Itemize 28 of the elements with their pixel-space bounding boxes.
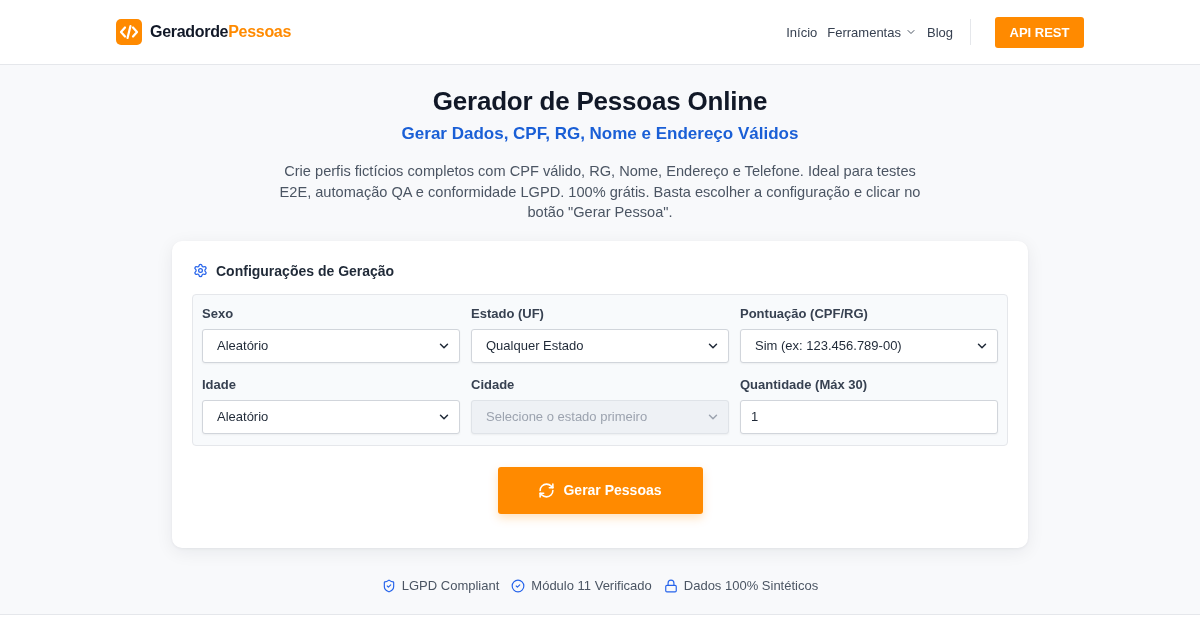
code-logo-icon bbox=[116, 19, 142, 45]
card-title: Configurações de Geração bbox=[216, 262, 395, 279]
field-label: Sexo bbox=[202, 304, 234, 323]
number-input[interactable]: 1 bbox=[740, 399, 998, 434]
field-label: Idade bbox=[202, 375, 236, 394]
nav-dropdown[interactable]: Ferramentas bbox=[827, 24, 917, 40]
refresh-icon bbox=[538, 481, 556, 499]
field-label: Estado (UF) bbox=[471, 304, 544, 323]
intro-paragraph: Crie perfis fictícios completos com CPF válido, RG, Nome, Endereço e Telefone. Ideal para testes E2E, automação QA e conformidade LGPD. 100% grátis. Basta escolher a configuração e clicar no botão "Gerar Pessoa". bbox=[278, 162, 922, 222]
select-field[interactable]: Qualquer Estado bbox=[471, 328, 729, 363]
page-title: Gerador de Pessoas Online bbox=[432, 85, 768, 117]
shield-check-icon bbox=[381, 578, 396, 593]
select-field[interactable]: Aleatório bbox=[202, 399, 460, 434]
trust-badge-text: Dados 100% Sintéticos bbox=[683, 576, 819, 595]
trust-badge-text: Módulo 11 Verificado bbox=[531, 576, 652, 595]
field-label: Pontuação (CPF/RG) bbox=[740, 304, 868, 323]
trust-badge-text: LGPD Compliant bbox=[401, 576, 500, 595]
logo-wordmark[interactable]: GeradordePessoas bbox=[150, 23, 292, 41]
select-field[interactable]: Aleatório bbox=[202, 328, 460, 363]
nav-link[interactable]: Início bbox=[786, 24, 818, 40]
nav-link[interactable]: Blog bbox=[926, 24, 953, 40]
field-label: Cidade bbox=[471, 375, 515, 394]
circle-check-icon bbox=[511, 578, 526, 593]
settings-icon bbox=[193, 263, 208, 278]
select-field[interactable]: Sim (ex: 123.456.789-00) bbox=[740, 328, 998, 363]
lock-icon bbox=[663, 578, 678, 593]
page-subtitle: Gerar Dados, CPF, RG, Nome e Endereço Válidos bbox=[401, 123, 799, 145]
field-label: Quantidade (Máx 30) bbox=[740, 375, 868, 394]
